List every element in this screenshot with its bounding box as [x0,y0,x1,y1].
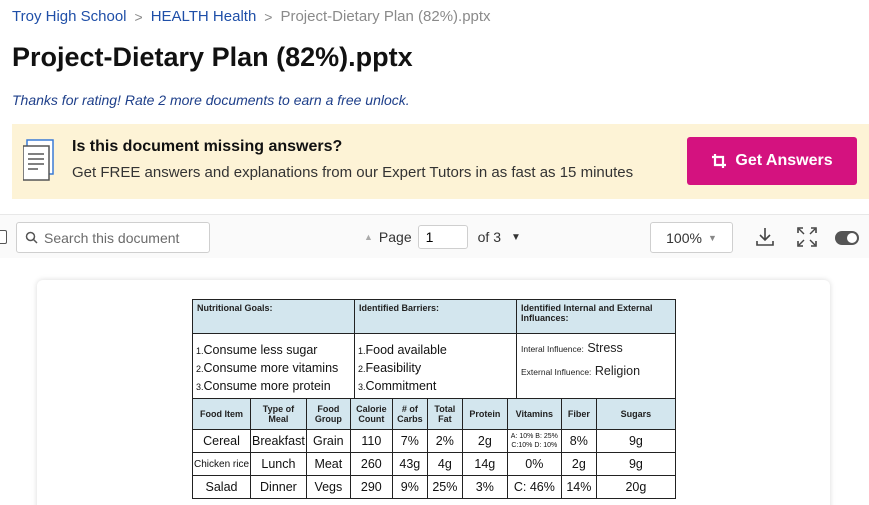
table-cell: 7% [391,429,428,453]
toggle-switch[interactable] [835,231,859,245]
list-item: 1.Consume less sugar [196,343,318,357]
zoom-value: 100% [666,229,702,246]
table-cell: Meat [305,452,351,476]
crop-icon [712,154,727,168]
list-item: 3.Consume more protein [196,379,331,393]
barriers-header: Identified Barriers: [354,299,517,334]
missing-answers-banner: Is this document missing answers? Get FR… [12,124,869,199]
plan-table: Nutritional Goals: Identified Barriers: … [192,299,676,400]
banner-question: Is this document missing answers? [72,138,343,155]
table-cell: 8% [560,429,597,453]
download-icon[interactable] [754,226,776,248]
external-influence: External Influence: Religion [521,364,641,378]
table-cell: Dinner [250,475,307,499]
page-total: of 3 [477,229,501,245]
table-cell: 20g [595,475,677,499]
table-cell: Vegs [305,475,351,499]
breadcrumb: Troy High School > HEALTH Health > Proje… [12,8,491,25]
column-header: # of Carbs [391,398,428,430]
column-header: Protein [461,398,508,430]
chevron-down-icon: ▼ [707,232,717,243]
table-cell: 2g [461,429,508,453]
document-toolbar: ▲ Page of 3 ▼ 100% ▼ [0,214,869,258]
table-cell: 4g [426,452,463,476]
table-cell: Lunch [250,452,307,476]
get-answers-button[interactable]: Get Answers [687,137,857,185]
internal-influence: Interal Influence: Stress [521,341,623,355]
page-navigation: ▲ Page of 3 ▼ [364,225,521,249]
list-item: 2.Consume more vitamins [196,361,339,375]
table-row: Cereal Breakfast Grain 110 7% 2% 2g A: 1… [191,429,677,453]
goals-list: 1.Consume less sugar 2.Consume more vita… [192,333,355,400]
breadcrumb-course-link[interactable]: HEALTH Health [151,8,257,25]
list-item: 3.Commitment [358,379,437,393]
banner-subtitle: Get FREE answers and explanations from o… [72,164,634,181]
food-table: Food Item Type of Meal Food Group Calori… [191,398,677,499]
table-row: Salad Dinner Vegs 290 9% 25% 3% C: 46% 1… [191,475,677,499]
zoom-select[interactable]: 100% ▼ [650,222,733,253]
table-cell: A: 10% B: 25% C:10% D: 10% [506,429,562,453]
table-cell: 9g [595,429,677,453]
table-cell: 3% [461,475,508,499]
sidebar-toggle[interactable] [0,230,7,244]
next-page-icon[interactable]: ▼ [511,232,521,243]
page-title: Project-Dietary Plan (82%).pptx [12,42,413,72]
search-icon [25,231,38,244]
column-header: Type of Meal [250,398,307,430]
search-input[interactable] [44,229,204,246]
influences-header: Identified Internal and External Influan… [516,299,676,334]
table-cell: 260 [349,452,393,476]
column-header: Total Fat [426,398,463,430]
table-cell: Cereal [191,429,252,453]
table-cell: 25% [426,475,463,499]
goals-header: Nutritional Goals: [192,299,355,334]
table-cell: 2g [560,452,597,476]
table-cell: 9g [595,452,677,476]
table-cell: C: 46% [506,475,562,499]
column-header: Food Item [191,398,252,430]
page-number-input[interactable] [417,225,468,249]
barriers-list: 1.Food available 2.Feasibility 3.Commitm… [354,333,517,400]
table-cell: 43g [391,452,428,476]
influences-cell: Interal Influence: Stress External Influ… [516,333,676,400]
table-cell: Chicken rice [191,452,252,476]
breadcrumb-current: Project-Dietary Plan (82%).pptx [280,8,491,25]
get-answers-label: Get Answers [735,152,833,169]
previous-page-icon[interactable]: ▲ [364,232,373,242]
table-header-row: Food Item Type of Meal Food Group Calori… [191,398,677,430]
table-cell: 14g [461,452,508,476]
table-cell: 110 [349,429,393,453]
toggle-knob [847,233,857,243]
list-item: 2.Feasibility [358,361,422,375]
table-cell: 2% [426,429,463,453]
list-item: 1.Food available [358,343,447,357]
table-cell: Salad [191,475,252,499]
column-header: Fiber [560,398,597,430]
table-cell: Grain [305,429,351,453]
breadcrumb-school-link[interactable]: Troy High School [12,8,127,25]
column-header: Vitamins [506,398,562,430]
search-box[interactable] [16,222,210,253]
breadcrumb-separator: > [264,8,273,25]
column-header: Sugars [595,398,677,430]
table-cell: 0% [506,452,562,476]
document-page: Nutritional Goals: Identified Barriers: … [37,280,830,505]
table-cell: 9% [391,475,428,499]
table-cell: 290 [349,475,393,499]
column-header: Calorie Count [349,398,393,430]
breadcrumb-separator: > [134,8,143,25]
table-cell: 14% [560,475,597,499]
column-header: Food Group [305,398,351,430]
document-icon [23,139,54,181]
rating-note: Thanks for rating! Rate 2 more documents… [12,92,410,108]
page-label: Page [378,229,412,245]
fullscreen-icon[interactable] [796,226,818,248]
table-row: Chicken rice Lunch Meat 260 43g 4g 14g 0… [191,452,677,476]
table-cell: Breakfast [250,429,307,453]
